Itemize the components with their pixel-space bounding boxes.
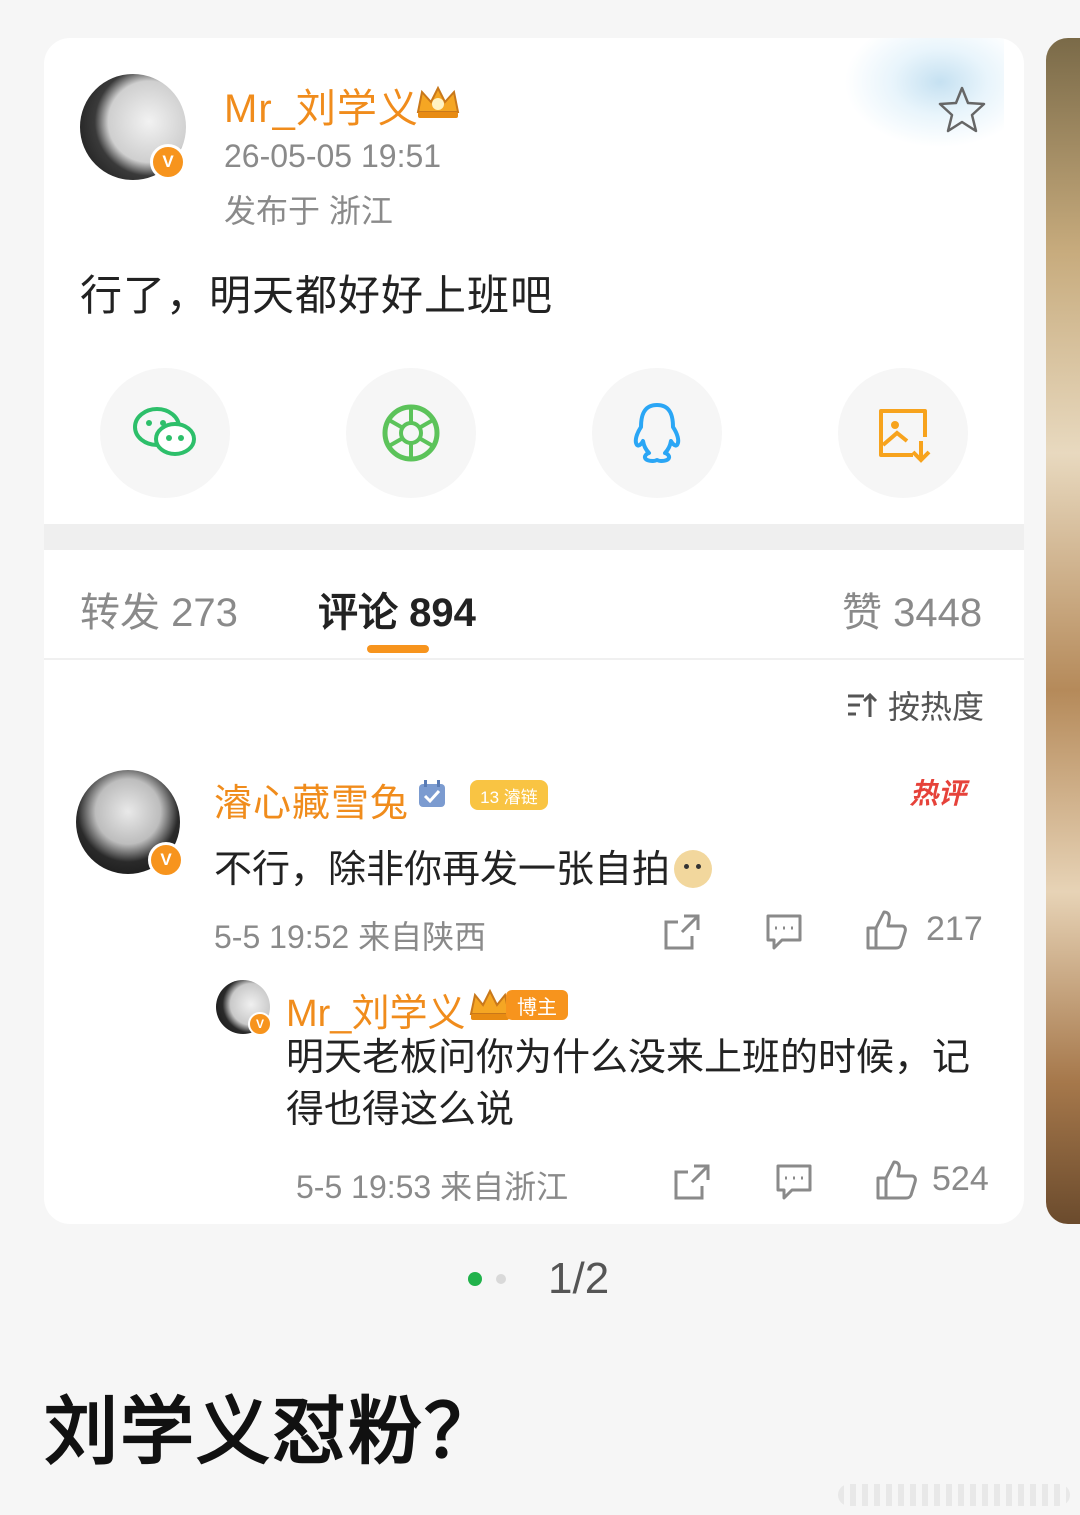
like-icon[interactable] — [874, 1158, 918, 1202]
page-counter: 1/2 — [548, 1254, 610, 1303]
tab-likes[interactable]: 赞 3448 — [842, 580, 982, 638]
comment-icon[interactable] — [764, 912, 804, 952]
post-date: 26-05-05 19:51 — [224, 138, 442, 174]
wechat-icon — [133, 407, 196, 456]
hot-comment-label: 热评 — [910, 778, 967, 809]
doge-emoji-icon — [674, 850, 713, 888]
share-qq-button[interactable] — [592, 368, 722, 498]
page-dot-active — [468, 1272, 482, 1286]
save-image-icon — [879, 409, 931, 463]
replier-verified-badge: V — [248, 1012, 272, 1036]
comment-like-count: 217 — [926, 910, 983, 948]
page-dot — [496, 1274, 506, 1284]
post-card: V Mr_刘学义 26-05-05 19:51 发布于 浙江 行了，明天都好好上… — [44, 38, 1024, 1224]
reply-meta: 5-5 19:53 来自浙江 — [296, 1169, 569, 1205]
comment-meta: 5-5 19:52 来自陕西 — [214, 919, 487, 955]
comment-icon[interactable] — [774, 1162, 814, 1202]
post-location: 发布于 浙江 — [224, 193, 393, 229]
comment-text-content: 不行，除非你再发一张自拍 — [214, 849, 671, 891]
crown-badge-icon — [416, 85, 460, 118]
sort-button[interactable]: 按热度 — [846, 682, 984, 728]
verified-badge: V — [150, 144, 186, 180]
moments-icon — [382, 404, 440, 462]
favorite-star-icon[interactable] — [936, 84, 988, 136]
repost-icon[interactable] — [662, 912, 702, 952]
tab-comments[interactable]: 评论 894 — [318, 580, 476, 638]
post-username[interactable]: Mr_刘学义 — [224, 76, 419, 134]
page-indicator-dots — [468, 1272, 506, 1286]
active-tab-indicator — [367, 645, 429, 653]
tab-divider — [44, 658, 1024, 660]
reply-text: 明天老板问你为什么没来上班的时候，记得也得这么说 — [286, 1037, 971, 1131]
fan-level-badge: 13 濬链 — [470, 780, 548, 810]
sort-icon — [848, 692, 878, 717]
commenter-verified-badge: V — [148, 842, 184, 878]
calendar-check-icon — [419, 780, 445, 807]
tab-repost[interactable]: 转发 273 — [80, 580, 238, 638]
next-card-peek[interactable] — [1046, 38, 1080, 1224]
save-image-button[interactable] — [838, 368, 968, 498]
comment-text: 不行，除非你再发一张自拍 — [214, 838, 713, 893]
share-moments-button[interactable] — [346, 368, 476, 498]
section-divider — [44, 524, 1024, 550]
replier-username[interactable]: Mr_刘学义 — [286, 982, 465, 1037]
like-icon[interactable] — [864, 908, 908, 952]
page-title: 刘学义怼粉？ — [44, 1390, 500, 1473]
reply-like-count: 524 — [932, 1160, 989, 1198]
share-wechat-button[interactable] — [100, 368, 230, 498]
sort-label: 按热度 — [888, 689, 985, 725]
qq-icon — [633, 403, 681, 463]
blogger-badge: 博主 — [506, 990, 568, 1020]
repost-icon[interactable] — [672, 1162, 712, 1202]
commenter-username[interactable]: 濬心藏雪兔 — [214, 772, 409, 827]
post-text: 行了，明天都好好上班吧 — [80, 272, 554, 319]
home-indicator[interactable] — [838, 1484, 1070, 1506]
